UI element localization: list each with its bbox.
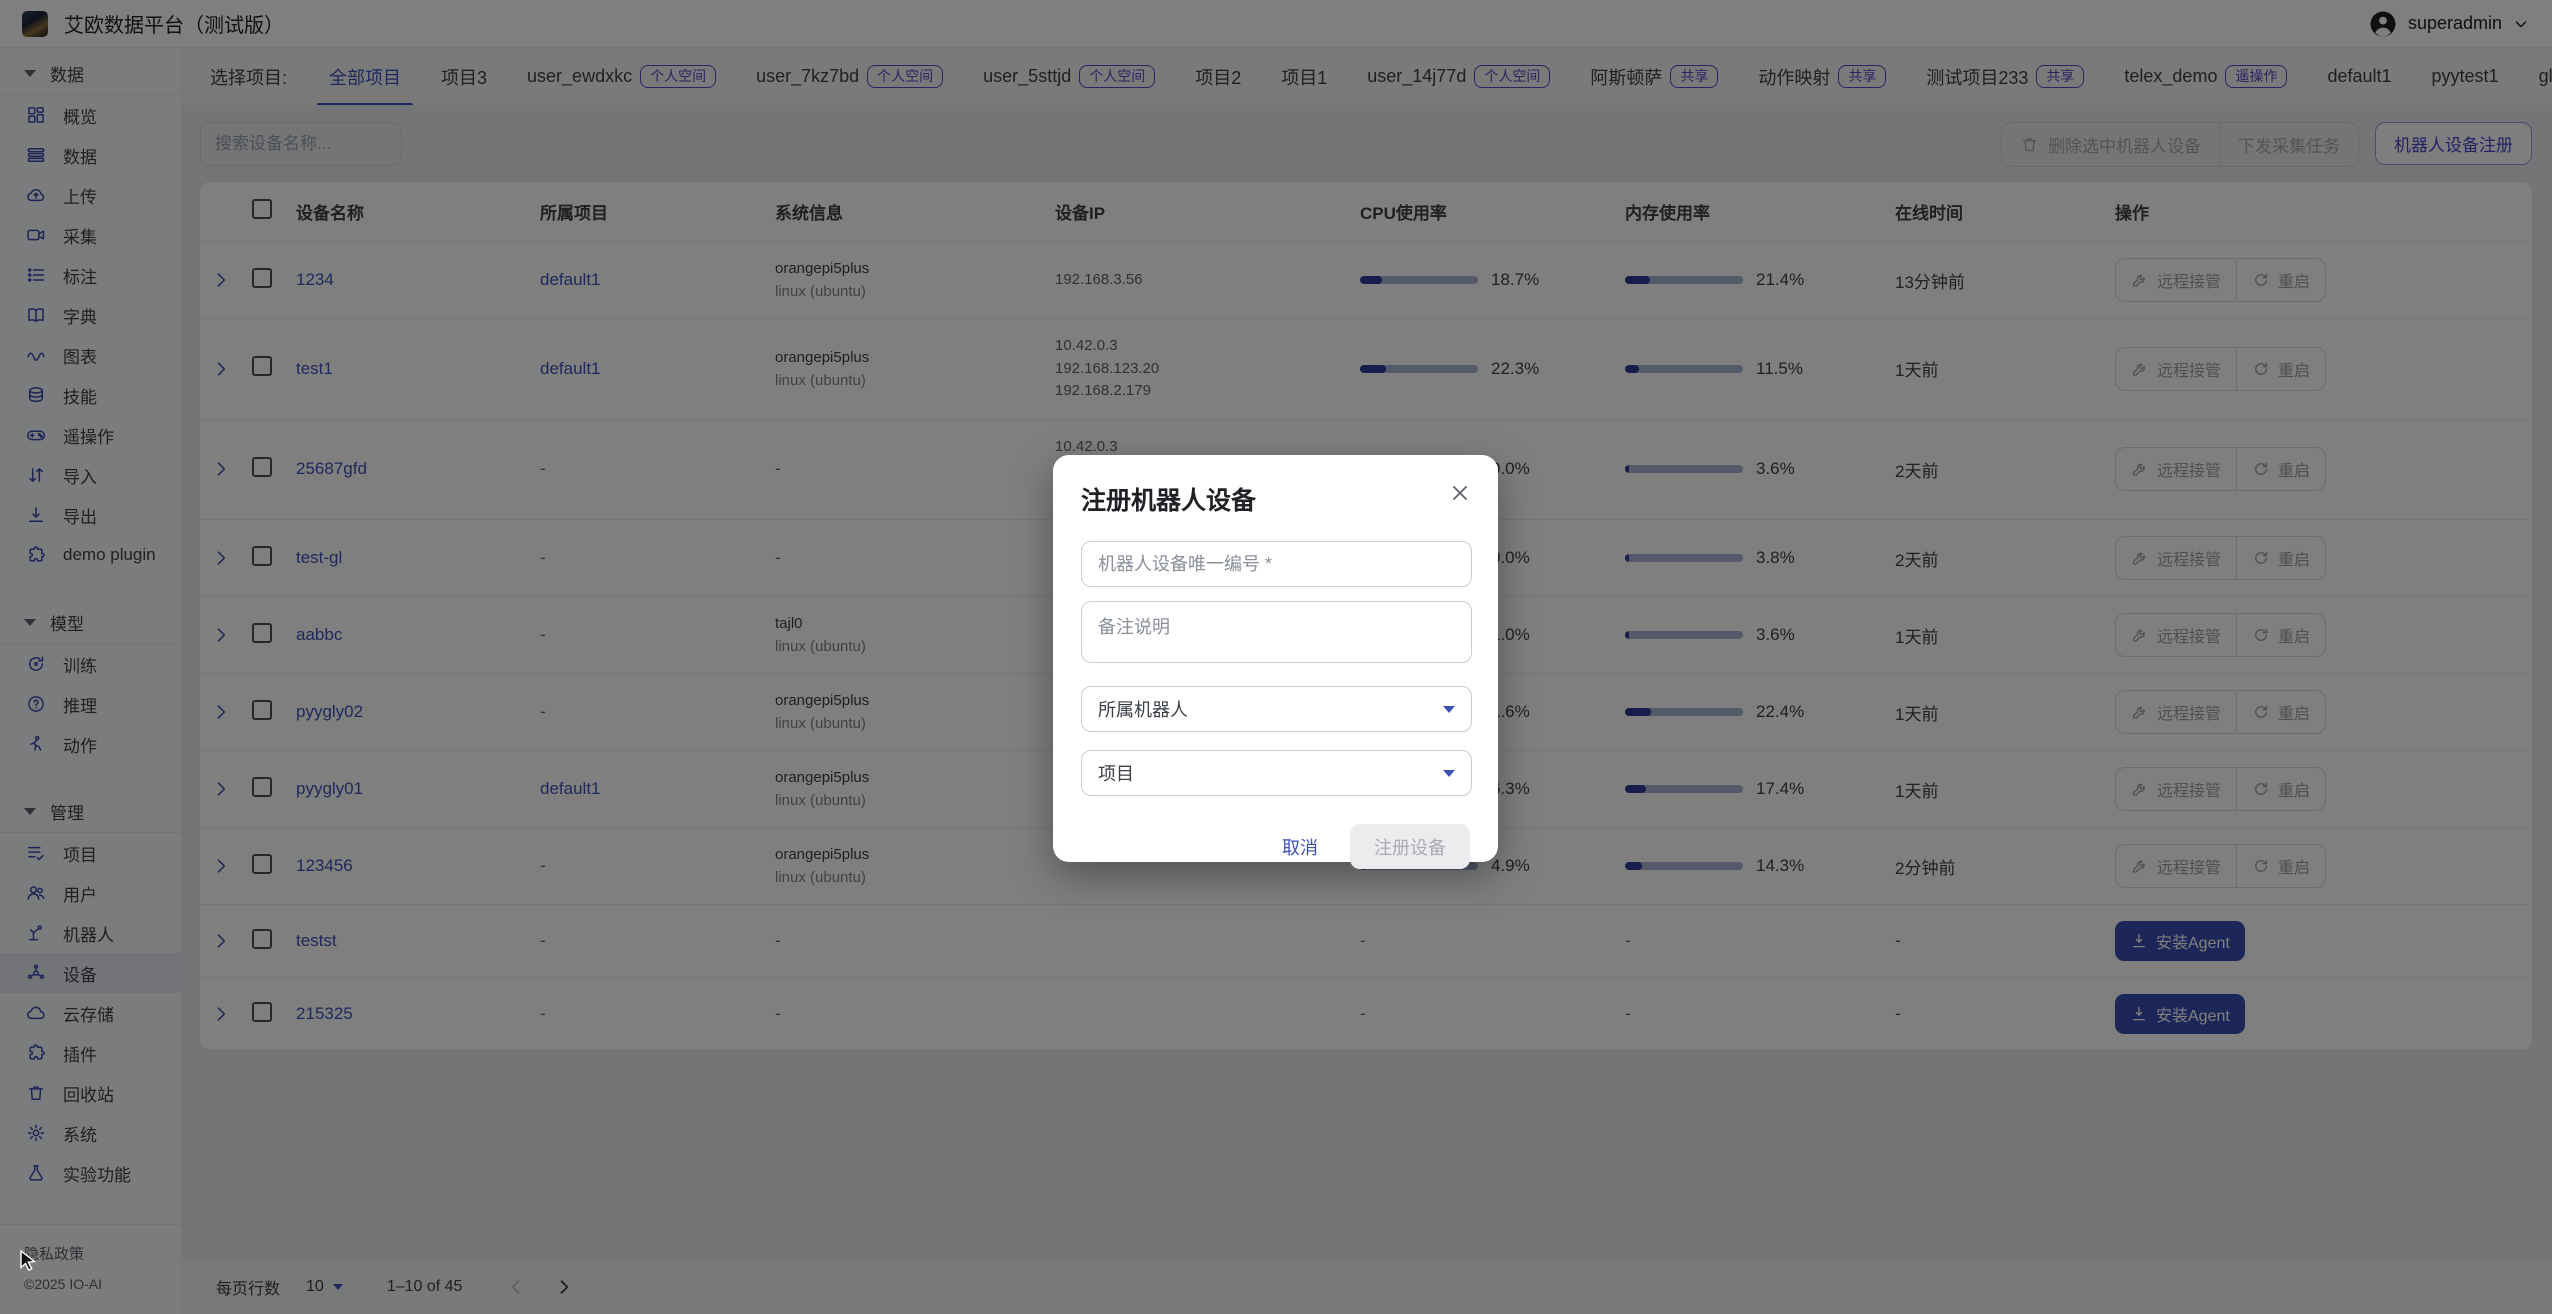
mouse-cursor	[16, 1248, 40, 1277]
robot-select[interactable]: 所属机器人	[1081, 686, 1472, 732]
caret-down-icon	[1443, 706, 1455, 713]
project-select-label: 项目	[1098, 760, 1134, 786]
register-device-modal: 注册机器人设备 所属机器人 项目 取消 注册设备	[1053, 455, 1498, 862]
device-uid-field[interactable]	[1081, 541, 1472, 587]
project-select[interactable]: 项目	[1081, 750, 1472, 796]
app-window: 艾欧数据平台（测试版） superadmin 隐私政策 ©2025 IO-AI …	[0, 0, 2552, 1314]
modal-actions: 取消 注册设备	[1081, 824, 1470, 869]
submit-register-button[interactable]: 注册设备	[1350, 824, 1470, 869]
modal-title: 注册机器人设备	[1081, 481, 1470, 517]
close-icon[interactable]	[1448, 481, 1472, 505]
remark-field[interactable]	[1081, 601, 1472, 663]
caret-down-icon	[1443, 770, 1455, 777]
cancel-button[interactable]: 取消	[1272, 826, 1328, 868]
robot-select-label: 所属机器人	[1098, 696, 1188, 722]
